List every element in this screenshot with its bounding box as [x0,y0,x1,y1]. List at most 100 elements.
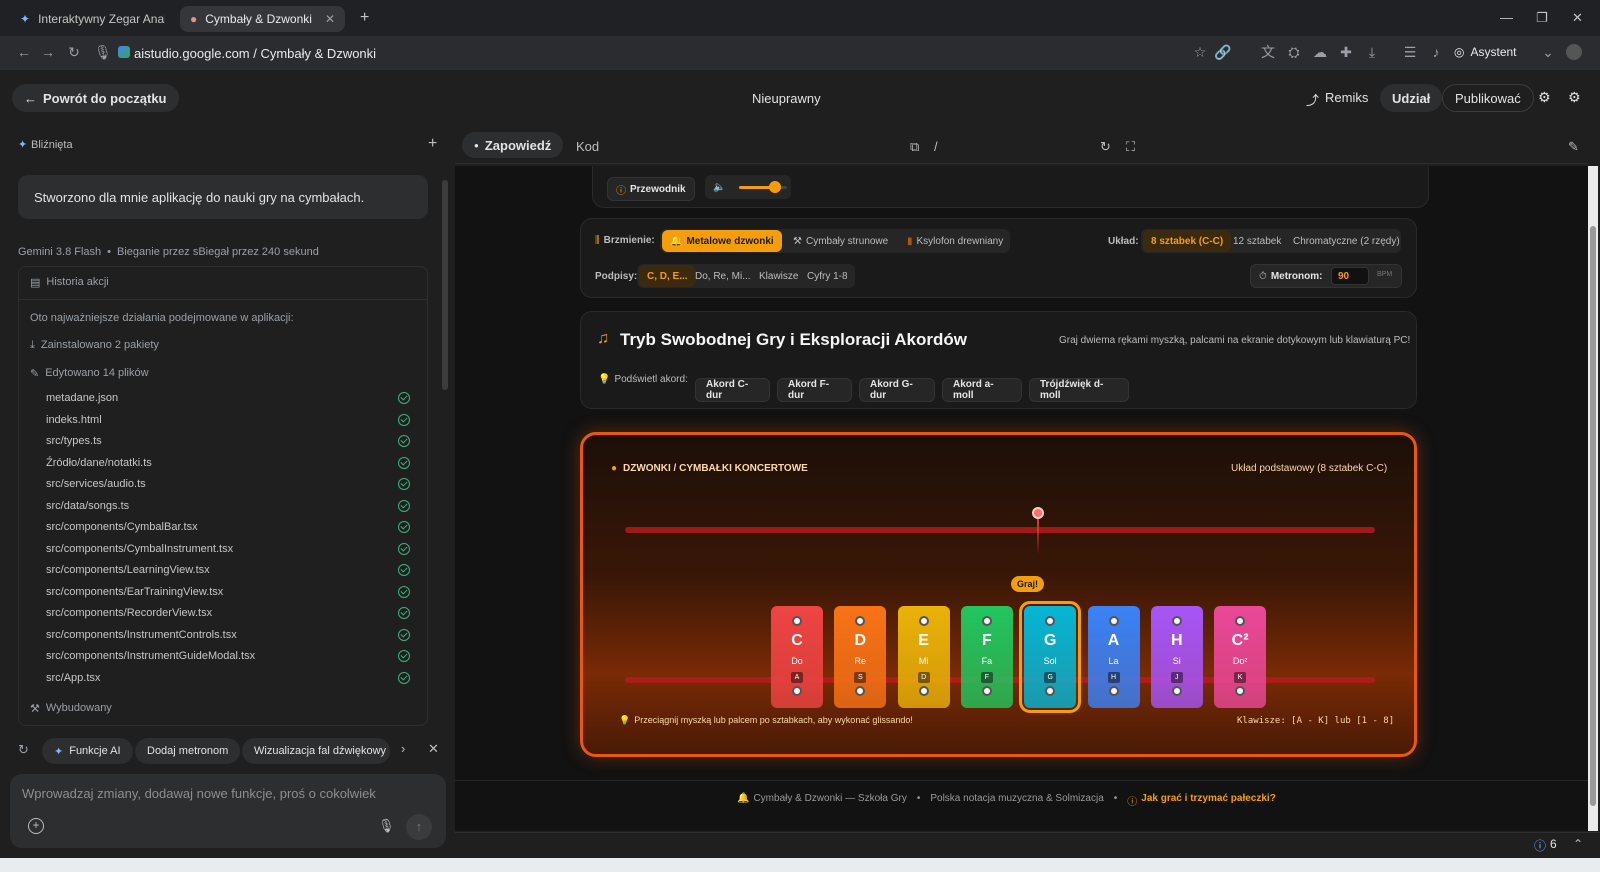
installed-packages-row[interactable]: ⤓ Zainstalowano 2 pakiety [30,339,159,352]
list-item[interactable]: src/App.tsx [46,672,100,684]
refresh-suggestions-icon[interactable]: ↻ [18,742,29,758]
list-item[interactable]: src/types.ts [46,435,102,447]
microphone-icon[interactable]: 🎙 [94,44,112,60]
cymbal-bar[interactable]: H Si J [1150,606,1203,708]
chord-button-c-major[interactable]: Akord C-dur [695,378,770,402]
audio-wave-icon[interactable]: ♪ [1428,44,1444,60]
cymbal-bar[interactable]: C Do A [771,606,823,708]
route-path[interactable]: / [934,139,938,154]
browser-tab-1[interactable]: ✦ Interaktywny Zegar Analo [10,6,175,32]
chevron-up-icon[interactable]: ⌃ [1573,837,1583,851]
close-tab-icon[interactable]: ✕ [325,12,335,26]
link-icon[interactable]: 🔗 [1214,44,1231,60]
extension-icon[interactable]: ⛭ [1286,44,1302,60]
edit-wand-icon[interactable]: ✎ [1568,139,1579,155]
chord-button-g-major[interactable]: Akord G-dur [859,378,935,402]
tab-code[interactable]: Kod [576,139,599,154]
metronome-bpm-input[interactable]: 90 [1331,267,1369,285]
list-item[interactable]: src/components/InstrumentGuideModal.tsx [46,650,255,662]
list-item[interactable]: src/components/CymbalInstrument.tsx [46,543,233,555]
footer-help-link[interactable]: Jak grać i trzymać pałeczki? [1141,793,1276,808]
cymbal-bar[interactable]: D Re S [834,606,887,708]
labels-option-numbers[interactable]: Cyfry 1-8 [799,265,856,287]
back-to-start-button[interactable]: ← Powrót do początku [12,84,179,112]
chord-button-d-minor[interactable]: Trójdźwięk d-moll [1029,378,1129,402]
puzzle-icon[interactable]: ✚ [1338,44,1354,60]
layout-option-8[interactable]: 8 sztabek (C-C) [1143,230,1232,252]
labels-option-solfege[interactable]: Do, Re, Mi... [687,265,759,287]
assistant-button[interactable]: ◎ Asystent [1454,45,1517,59]
new-tab-icon[interactable]: + [360,9,369,27]
send-arrow-icon[interactable]: ↑ [406,814,432,840]
cloud-icon[interactable]: ☁ [1312,44,1328,60]
sound-option-metal[interactable]: 🔔 Metalowe dzwonki [662,230,782,252]
window-close-icon[interactable]: ✕ [1572,10,1583,26]
prompt-input-box[interactable]: Wprowadzaj zmiany, dodawaj nowe funkcje,… [10,774,446,848]
layout-option-chromatic[interactable]: Chromatyczne (2 rzędy) [1285,230,1408,252]
sound-option-strings[interactable]: ⚒ Cymbały strunowe [785,230,896,252]
menu-lines-icon[interactable]: ☰ [1402,44,1418,60]
reload-icon[interactable]: ↻ [66,44,82,60]
cymbal-bar[interactable]: G Sol G [1019,601,1082,713]
translate-icon[interactable]: 文 [1260,44,1276,60]
back-arrow-icon[interactable]: ← [16,44,32,60]
microphone-icon[interactable]: 🎙 [378,818,395,834]
cymbal-bar[interactable]: E Mi D [897,606,950,708]
volume-slider-knob[interactable] [769,181,781,193]
suggestion-chip[interactable]: Dodaj metronom [135,738,241,764]
attach-plus-icon[interactable]: + [28,818,44,834]
list-item[interactable]: src/components/InstrumentControls.tsx [46,629,237,641]
gear-icon[interactable]: ⚙ [1568,89,1581,106]
restore-icon[interactable]: ❐ [1536,10,1548,26]
list-item[interactable]: src/components/EarTrainingView.tsx [46,586,223,598]
preview-scrollbar[interactable] [1588,166,1598,831]
list-item[interactable]: metadane.json [46,392,118,404]
download-icon[interactable]: ⤓ [1364,44,1380,60]
device-toggle-icon[interactable]: ⧉ [910,139,919,155]
site-info-icon[interactable] [118,46,130,58]
built-row[interactable]: ⚒ Wybudowany [30,702,112,715]
url-text[interactable]: aistudio.google.com / Cymbały & Dzwonki [134,46,376,61]
cymbal-bar[interactable]: C² Do² K [1214,606,1267,708]
chevron-right-icon[interactable]: › [401,741,405,756]
layout-option-12[interactable]: 12 sztabek [1225,230,1289,252]
list-item[interactable]: src/services/audio.ts [46,478,146,490]
new-chat-plus-icon[interactable]: + [428,135,437,153]
settings-cog-icon[interactable]: ⚙ [1538,89,1551,106]
edited-files-row[interactable]: ✎ Edytowano 14 plików [30,367,149,380]
history-header[interactable]: ▤ Historia akcji [30,276,109,289]
share-button[interactable]: Udział [1380,84,1443,112]
forward-arrow-icon[interactable]: → [40,44,56,60]
mallet-head-icon[interactable] [1032,507,1044,519]
refresh-preview-icon[interactable]: ↻ [1100,139,1111,155]
list-item[interactable]: indeks.html [46,414,102,426]
list-item[interactable]: src/components/LearningView.tsx [46,564,210,576]
minimize-icon[interactable]: — [1500,10,1513,25]
issues-indicator[interactable]: ⓘ 6 [1534,837,1557,854]
list-item[interactable]: src/data/songs.ts [46,500,129,512]
tab-preview[interactable]: ● Zapowiedź [462,132,564,158]
guide-button[interactable]: ⓘ Przewodnik [607,177,695,201]
left-scrollbar[interactable] [442,180,448,390]
list-item[interactable]: src/components/CymbalBar.tsx [46,521,198,533]
publish-button[interactable]: Publikować [1442,84,1534,112]
chevron-down-icon[interactable]: ⌄ [1540,44,1556,60]
remix-button[interactable]: ⤴ Remiks [1306,90,1368,109]
sound-option-xylophone[interactable]: ▮ Ksylofon drewniany [899,230,1011,252]
suggestion-chip[interactable]: ✦ Funkcje AI [42,738,133,764]
scrollbar-thumb[interactable] [1590,226,1596,806]
cymbal-bar[interactable]: A La H [1087,606,1140,708]
browser-tab-2[interactable]: ● Cymbały & Dzwonki - Szk ✕ [180,6,345,32]
chord-button-f-major[interactable]: Akord F-dur [777,378,852,402]
close-icon[interactable]: ✕ [428,741,439,757]
cymbal-bar[interactable]: F Fa F [960,606,1013,708]
bookmark-star-icon[interactable]: ☆ [1192,44,1208,60]
list-item[interactable]: src/components/RecorderView.tsx [46,607,212,619]
chord-button-a-minor[interactable]: Akord a-moll [942,378,1022,402]
volume-slider-track[interactable] [739,181,787,193]
suggestion-chip[interactable]: Wizualizacja fal dźwiękowy [242,738,390,764]
fullscreen-icon[interactable]: ⛶ [1126,139,1135,155]
list-item[interactable]: Źródło/dane/notatki.ts [46,457,152,469]
profile-avatar[interactable] [1566,44,1582,60]
project-title[interactable]: Nieuprawny [752,91,821,106]
